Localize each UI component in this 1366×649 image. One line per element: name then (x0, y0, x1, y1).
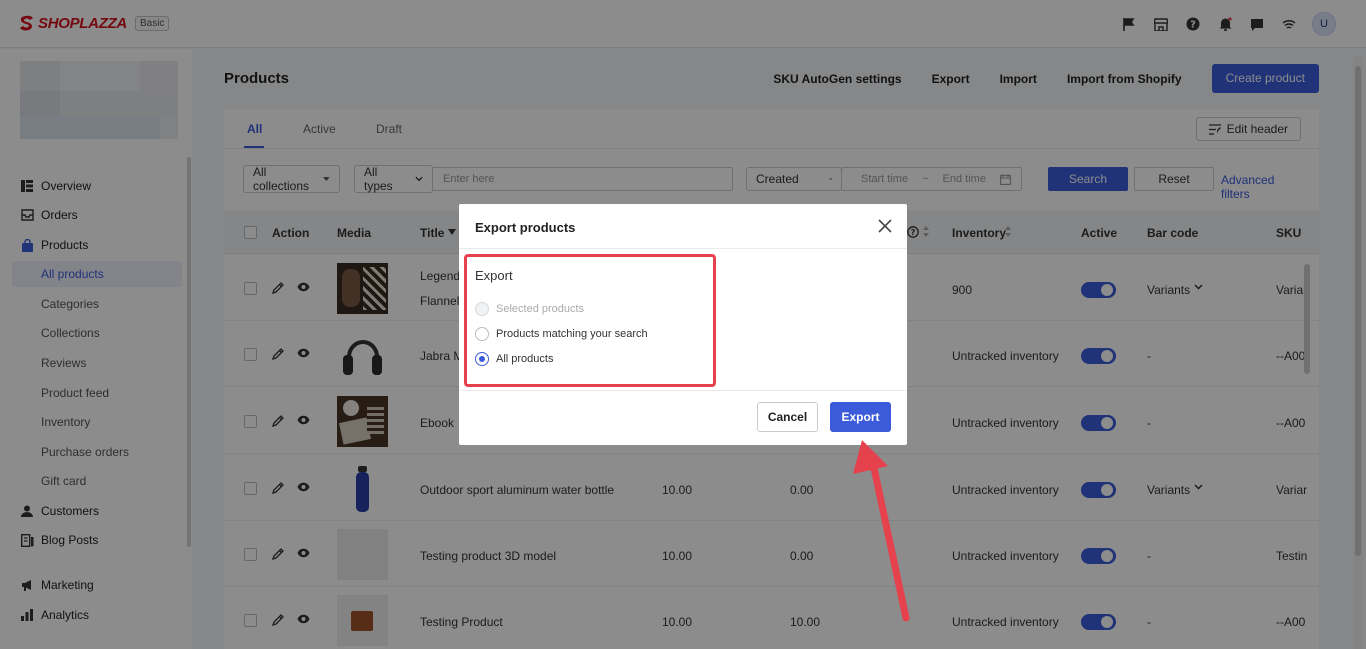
modal-footer-divider (459, 390, 907, 391)
annotation-highlight-box (464, 254, 716, 387)
cancel-button[interactable]: Cancel (757, 402, 818, 432)
export-button[interactable]: Export (830, 402, 891, 432)
modal-title: Export products (475, 220, 576, 235)
modal-header-divider (459, 248, 907, 249)
close-icon[interactable] (877, 218, 893, 234)
export-products-modal: Export products Export Selected products… (459, 204, 907, 445)
